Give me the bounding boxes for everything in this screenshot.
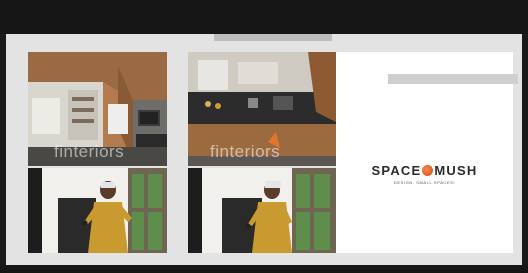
brand-logo: SPACE MUSH: [336, 162, 513, 180]
mushroom-dot-icon: [422, 165, 434, 176]
brand-panel: SPACE MUSH DESIGN. SMALL SPACES!: [336, 52, 518, 253]
presentation-slide: finteriors finteriors SPACE MUSH DESIGN.…: [6, 34, 522, 265]
watermark-text: finteriors: [54, 142, 125, 161]
kitchen-render-right: finteriors: [188, 52, 336, 166]
vr-user-photo-right: [188, 168, 336, 253]
brand-name-part1: SPACE: [371, 163, 422, 178]
brand-tagline: DESIGN. SMALL SPACES!: [393, 180, 456, 185]
video-top-bar: [0, 0, 528, 34]
vr-user-photo-left: [28, 168, 167, 253]
kitchen-render-left: finteriors: [28, 52, 167, 166]
header-placeholder-bar: [388, 74, 518, 84]
video-bottom-bar: [0, 265, 528, 273]
watermark-text: finteriors: [210, 142, 281, 161]
slide-header-bar: [214, 34, 332, 41]
vr-user-photo-right-image: [188, 168, 336, 253]
brand-name-part2: MUSH: [434, 163, 478, 178]
vr-user-photo-left-image: [28, 168, 167, 253]
